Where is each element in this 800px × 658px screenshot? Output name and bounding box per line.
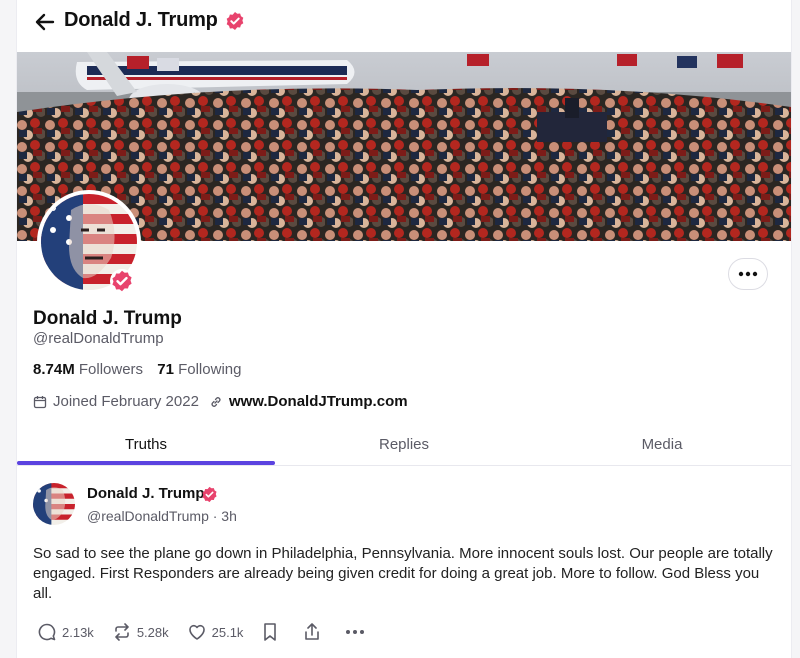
like-button[interactable]: 25.1k xyxy=(187,622,244,642)
following-count: 71 xyxy=(157,361,174,378)
share-button[interactable] xyxy=(302,622,327,642)
follow-stats: 8.74M Followers 71 Following xyxy=(33,361,251,378)
website-link[interactable]: www.DonaldJTrump.com xyxy=(229,393,408,410)
link-icon xyxy=(211,396,221,407)
verified-badge-icon xyxy=(226,12,244,30)
post-actions: 2.13k 5.28k 25.1k xyxy=(37,622,388,642)
like-count: 25.1k xyxy=(211,624,244,640)
tab-media[interactable]: Media xyxy=(533,436,791,453)
more-horizontal-icon xyxy=(738,271,758,277)
arrow-left-icon xyxy=(35,13,55,31)
page-title: Donald J. Trump xyxy=(64,9,218,31)
retruth-button[interactable]: 5.28k xyxy=(112,622,169,642)
followers-count: 8.74M xyxy=(33,361,75,378)
followers-link[interactable]: 8.74M Followers xyxy=(33,361,147,378)
profile-handle: @realDonaldTrump xyxy=(33,330,164,347)
following-link[interactable]: 71 Following xyxy=(157,361,241,378)
active-tab-indicator xyxy=(17,461,275,465)
more-options-button[interactable] xyxy=(728,258,768,290)
top-bar: Donald J. Trump xyxy=(17,0,791,46)
comment-icon xyxy=(38,623,56,641)
post-author-name[interactable]: Donald J. Trump xyxy=(87,485,205,502)
back-button[interactable] xyxy=(31,8,59,36)
verified-badge-icon xyxy=(110,269,134,293)
bookmark-icon xyxy=(264,623,277,641)
reply-count: 2.13k xyxy=(62,624,94,640)
post-author-handle: @realDonaldTrump · 3h xyxy=(87,508,237,524)
heart-icon xyxy=(188,624,205,640)
verified-badge-icon xyxy=(202,486,217,503)
joined-date: Joined February 2022 xyxy=(53,393,199,410)
profile-banner-image xyxy=(17,52,791,241)
tab-replies[interactable]: Replies xyxy=(275,436,533,453)
tab-truths[interactable]: Truths xyxy=(17,436,275,453)
profile-display-name: Donald J. Trump xyxy=(33,308,182,329)
reply-button[interactable]: 2.13k xyxy=(37,622,94,642)
profile-tabs: Truths Replies Media xyxy=(17,424,791,466)
following-label: Following xyxy=(178,361,242,378)
more-horizontal-icon xyxy=(346,630,365,634)
bookmark-button[interactable] xyxy=(261,622,284,642)
profile-page: Donald J. Trump Donald J. Trump @realDon… xyxy=(16,0,792,658)
retruth-count: 5.28k xyxy=(136,624,169,640)
post-more-button[interactable] xyxy=(345,629,370,635)
share-icon xyxy=(305,623,320,640)
calendar-icon xyxy=(33,395,47,408)
profile-meta: Joined February 2022 www.DonaldJTrump.co… xyxy=(33,393,408,410)
post-body: So sad to see the plane go down in Phila… xyxy=(33,545,773,602)
followers-label: Followers xyxy=(78,361,144,378)
repost-icon xyxy=(115,623,129,641)
post-author-avatar[interactable] xyxy=(33,483,75,525)
